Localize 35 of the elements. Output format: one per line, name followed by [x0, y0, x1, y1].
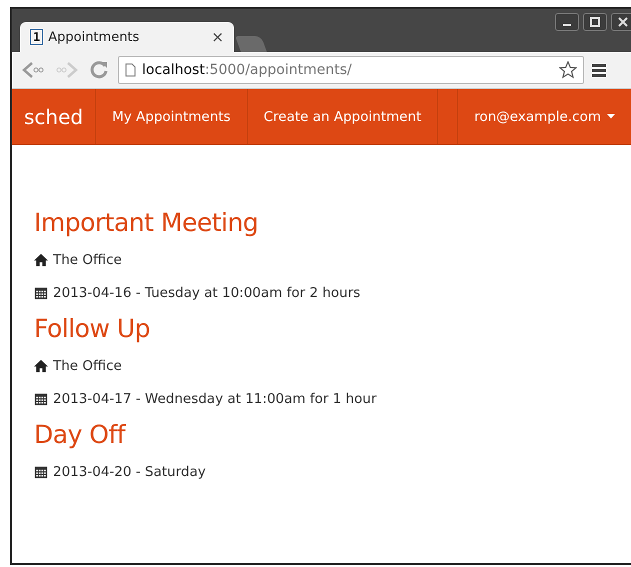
minimize-icon: [563, 24, 571, 26]
page-icon: [125, 63, 136, 77]
nav-link[interactable]: My Appointments: [96, 89, 248, 144]
tab-close-button[interactable]: ×: [211, 28, 224, 46]
appointment-time: 2013-04-16 - Tuesday at 10:00am for 2 hours: [53, 284, 360, 300]
appointment-title: Follow Up: [34, 313, 152, 345]
browser-tab[interactable]: 1 Appointments ×: [20, 22, 234, 52]
back-icon[interactable]: [20, 60, 46, 80]
close-icon: [618, 17, 628, 27]
brand-link[interactable]: sched: [12, 89, 96, 144]
favicon: 1: [30, 29, 44, 45]
reload-icon[interactable]: [88, 59, 110, 81]
appointment-location: The Office: [53, 252, 122, 268]
appointment-time: 2013-04-17 - Wednesday at 11:00am for 1 hour: [53, 390, 376, 406]
appointment-title: Day Off: [34, 419, 127, 451]
home-icon: [34, 252, 48, 266]
nav-link[interactable]: Create an Appointment: [248, 89, 438, 144]
calendar-icon: [34, 392, 48, 406]
tab-title: Appointments: [48, 30, 140, 44]
appointment-location: The Office: [53, 358, 122, 374]
user-menu[interactable]: ron@example.com: [458, 89, 631, 144]
close-button[interactable]: [611, 13, 631, 31]
minimize-button[interactable]: [555, 13, 579, 31]
calendar-icon: [34, 464, 48, 478]
caret-icon: [607, 114, 615, 119]
star-icon[interactable]: [559, 61, 577, 79]
maximize-icon: [590, 17, 600, 27]
maximize-button[interactable]: [583, 13, 607, 31]
calendar-icon: [34, 286, 48, 300]
home-icon: [34, 358, 48, 372]
address-bar[interactable]: localhost:5000/appointments/: [118, 56, 584, 84]
menu-icon[interactable]: [592, 63, 606, 77]
url-text: localhost:5000/appointments/: [142, 62, 353, 78]
appointment-title: Important Meeting: [34, 207, 260, 239]
appointment-time: 2013-04-20 - Saturday: [53, 464, 206, 480]
